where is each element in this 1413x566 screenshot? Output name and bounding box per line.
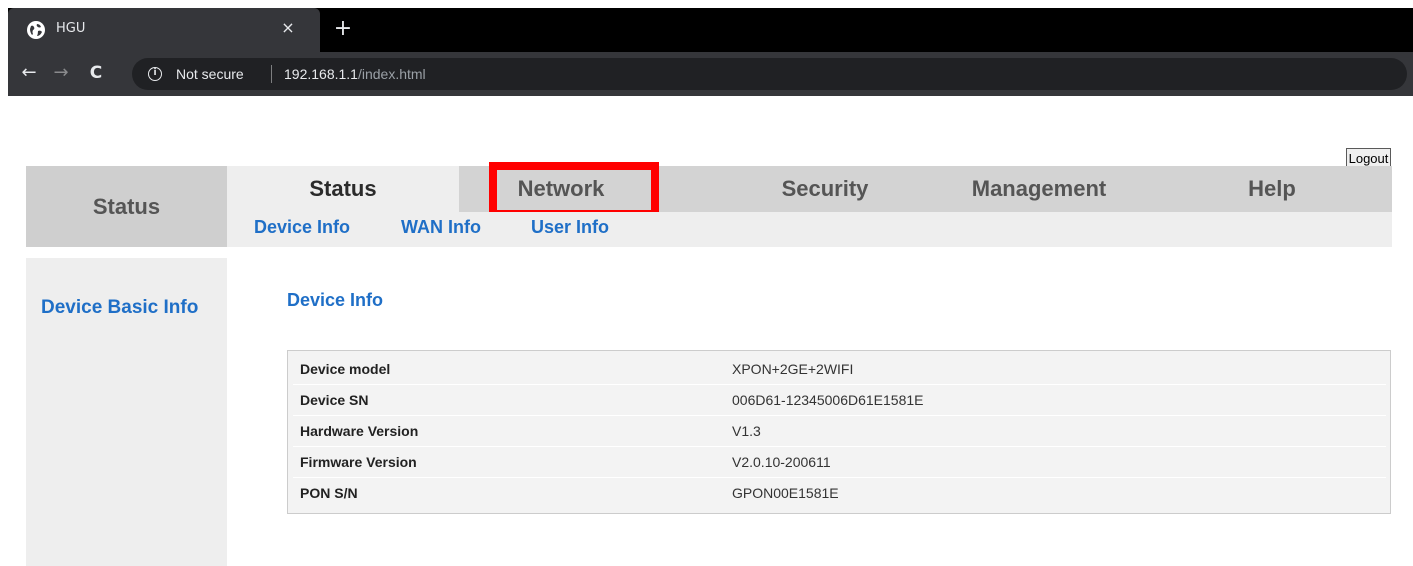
row-value: GPON00E1581E xyxy=(732,485,839,501)
row-label: Hardware Version xyxy=(300,423,419,439)
submenu-device-info[interactable]: Device Info xyxy=(254,217,350,238)
sidebar: Device Basic Info xyxy=(26,258,227,566)
url-text[interactable]: 192.168.1.1/index.html xyxy=(284,66,426,82)
globe-icon xyxy=(27,21,45,39)
row-label: Firmware Version xyxy=(300,454,417,470)
url-path: /index.html xyxy=(357,66,426,82)
close-icon[interactable]: × xyxy=(277,17,299,39)
submenu-wan-info[interactable]: WAN Info xyxy=(401,217,481,238)
main-menu: Status Network Security Management Help xyxy=(227,166,1392,212)
device-info-table: Device model XPON+2GE+2WIFI Device SN 00… xyxy=(287,350,1391,514)
row-value: XPON+2GE+2WIFI xyxy=(732,361,854,377)
new-tab-button[interactable]: + xyxy=(330,16,356,42)
row-value: V2.0.10-200611 xyxy=(732,454,831,470)
row-label: Device SN xyxy=(300,392,369,408)
security-status[interactable]: Not secure xyxy=(176,66,244,82)
reload-icon[interactable]: C xyxy=(83,60,109,86)
address-bar[interactable]: i Not secure 192.168.1.1/index.html xyxy=(132,58,1407,90)
brand-panel: Status xyxy=(26,166,227,247)
section-title: Device Info xyxy=(287,290,384,310)
row-value: V1.3 xyxy=(732,423,761,439)
table-row: PON S/N GPON00E1581E xyxy=(293,478,1386,509)
tab-security[interactable]: Security xyxy=(725,166,925,212)
info-icon[interactable]: i xyxy=(148,67,162,81)
row-label: PON S/N xyxy=(300,485,358,501)
sidebar-item-device-basic-info[interactable]: Device Basic Info xyxy=(41,297,198,319)
row-value: 006D61-12345006D61E1581E xyxy=(732,392,924,408)
back-arrow-icon[interactable]: ← xyxy=(16,60,42,86)
tab-help[interactable]: Help xyxy=(1167,166,1377,212)
browser-tab[interactable]: HGU × xyxy=(8,8,320,52)
url-host: 192.168.1.1 xyxy=(284,66,358,82)
forward-arrow-icon[interactable]: → xyxy=(48,60,74,86)
browser-toolbar: ← → C i Not secure 192.168.1.1/index.htm… xyxy=(8,52,1413,96)
tab-status[interactable]: Status xyxy=(227,166,459,212)
browser-tabstrip: HGU × + xyxy=(8,8,1413,52)
submenu-user-info[interactable]: User Info xyxy=(531,217,609,238)
row-label: Device model xyxy=(300,361,391,377)
address-divider xyxy=(271,65,272,83)
submenu: Device Info WAN Info User Info xyxy=(227,212,1392,247)
table-row: Hardware Version V1.3 xyxy=(293,416,1386,447)
tab-network[interactable]: Network xyxy=(459,166,663,212)
tab-title: HGU xyxy=(56,21,86,36)
table-row: Device model XPON+2GE+2WIFI xyxy=(293,354,1386,385)
tab-management[interactable]: Management xyxy=(927,166,1151,212)
table-row: Device SN 006D61-12345006D61E1581E xyxy=(293,385,1386,416)
page-title: Status xyxy=(92,194,161,219)
table-row: Firmware Version V2.0.10-200611 xyxy=(293,447,1386,478)
